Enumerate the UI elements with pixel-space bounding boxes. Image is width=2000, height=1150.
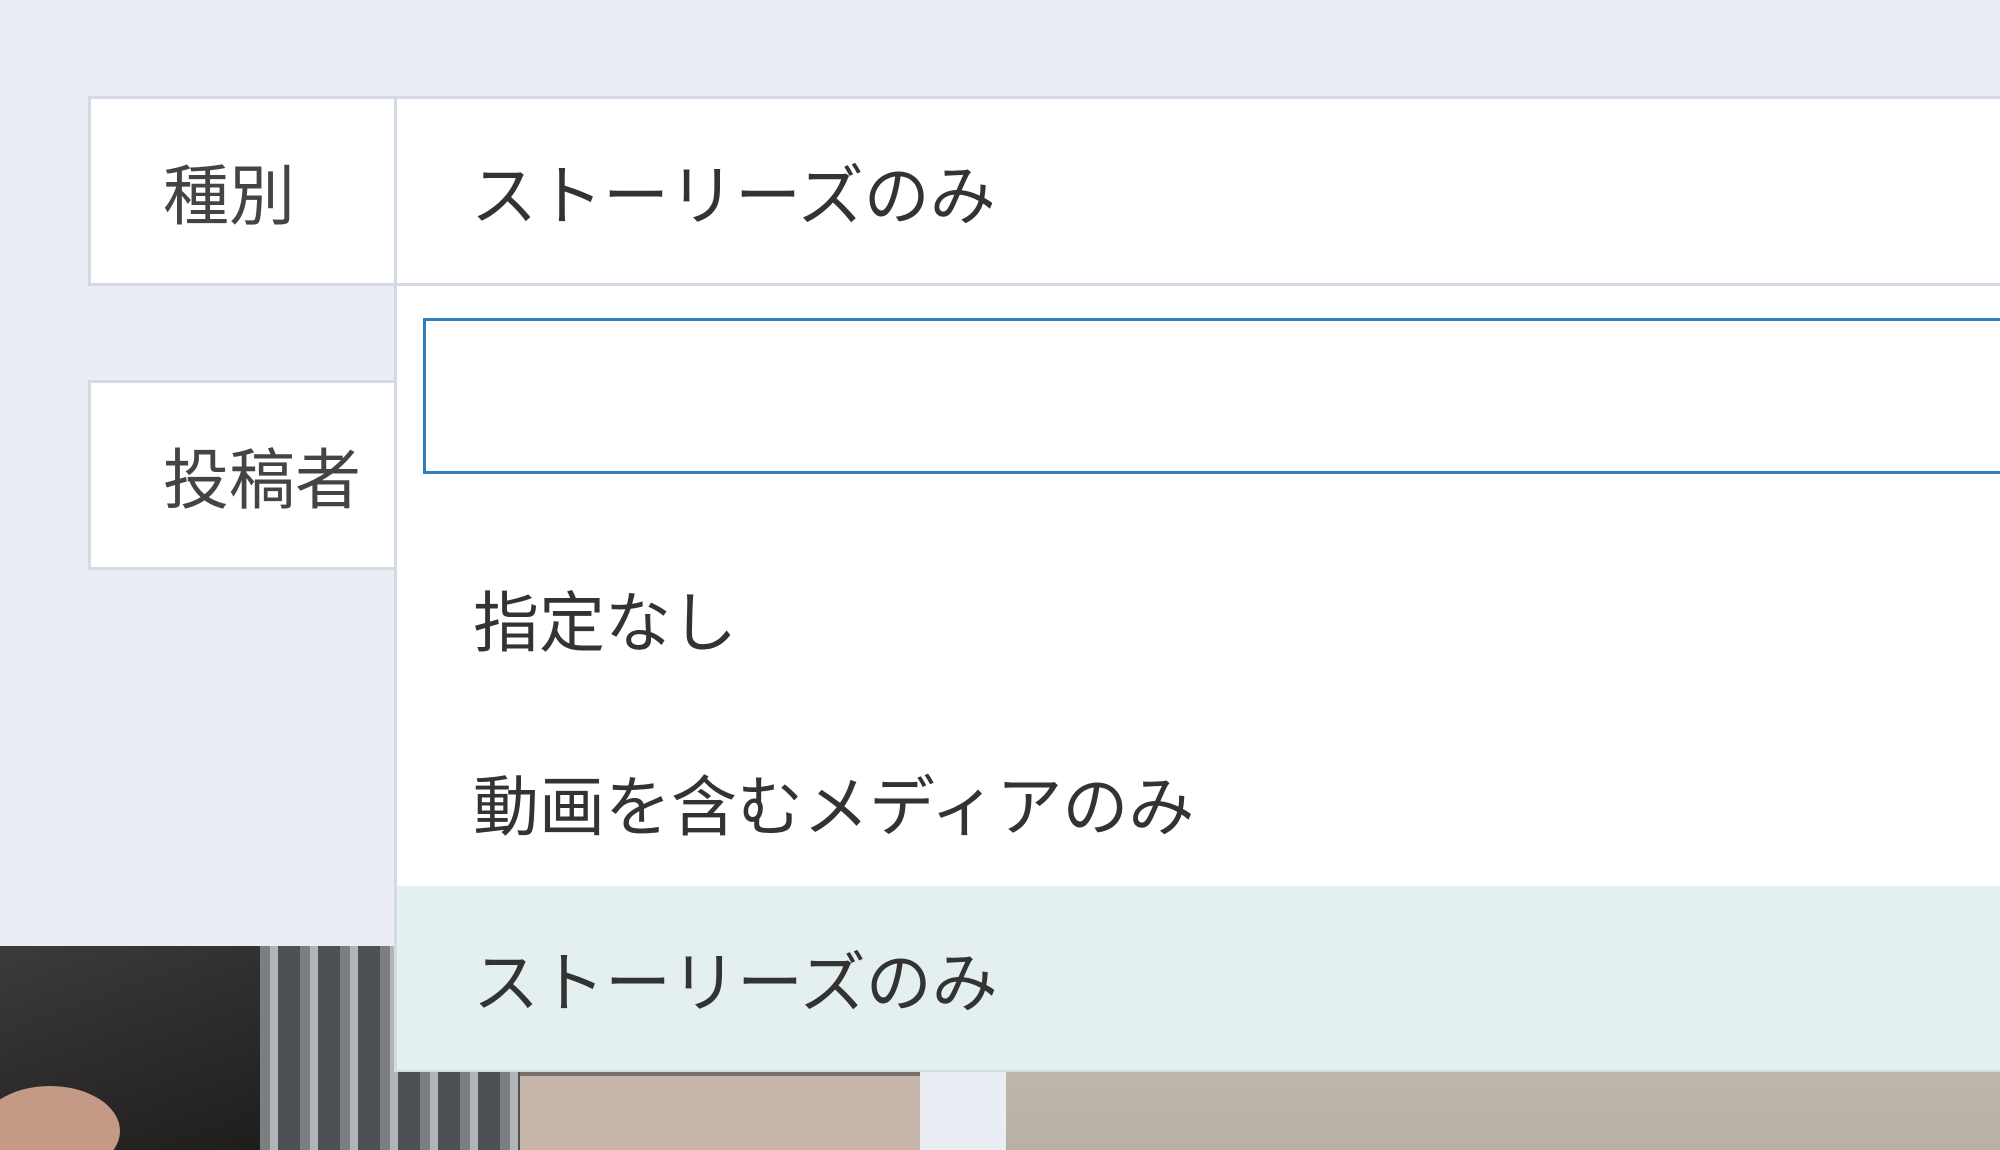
dropdown-option-video-media-only[interactable]: 動画を含むメディアのみ [397, 710, 2000, 894]
type-filter-label: 種別 [91, 99, 397, 283]
type-dropdown: 指定なし 動画を含むメディアのみ ストーリーズのみ [394, 286, 2000, 1072]
dropdown-option-stories-only[interactable]: ストーリーズのみ [397, 886, 2000, 1070]
dropdown-search-input[interactable] [423, 318, 2000, 474]
dropdown-option-none[interactable]: 指定なし [397, 526, 2000, 710]
type-filter-row: 種別 ストーリーズのみ [88, 96, 2000, 286]
search-filter-page: 種別 ストーリーズのみ 投稿者 指定なし 動画を含むメディアのみ ストーリーズの… [0, 0, 2000, 1150]
type-select[interactable]: ストーリーズのみ [397, 99, 2000, 283]
thumbnail-photo-wall [520, 1076, 920, 1150]
poster-filter-label: 投稿者 [91, 383, 397, 567]
